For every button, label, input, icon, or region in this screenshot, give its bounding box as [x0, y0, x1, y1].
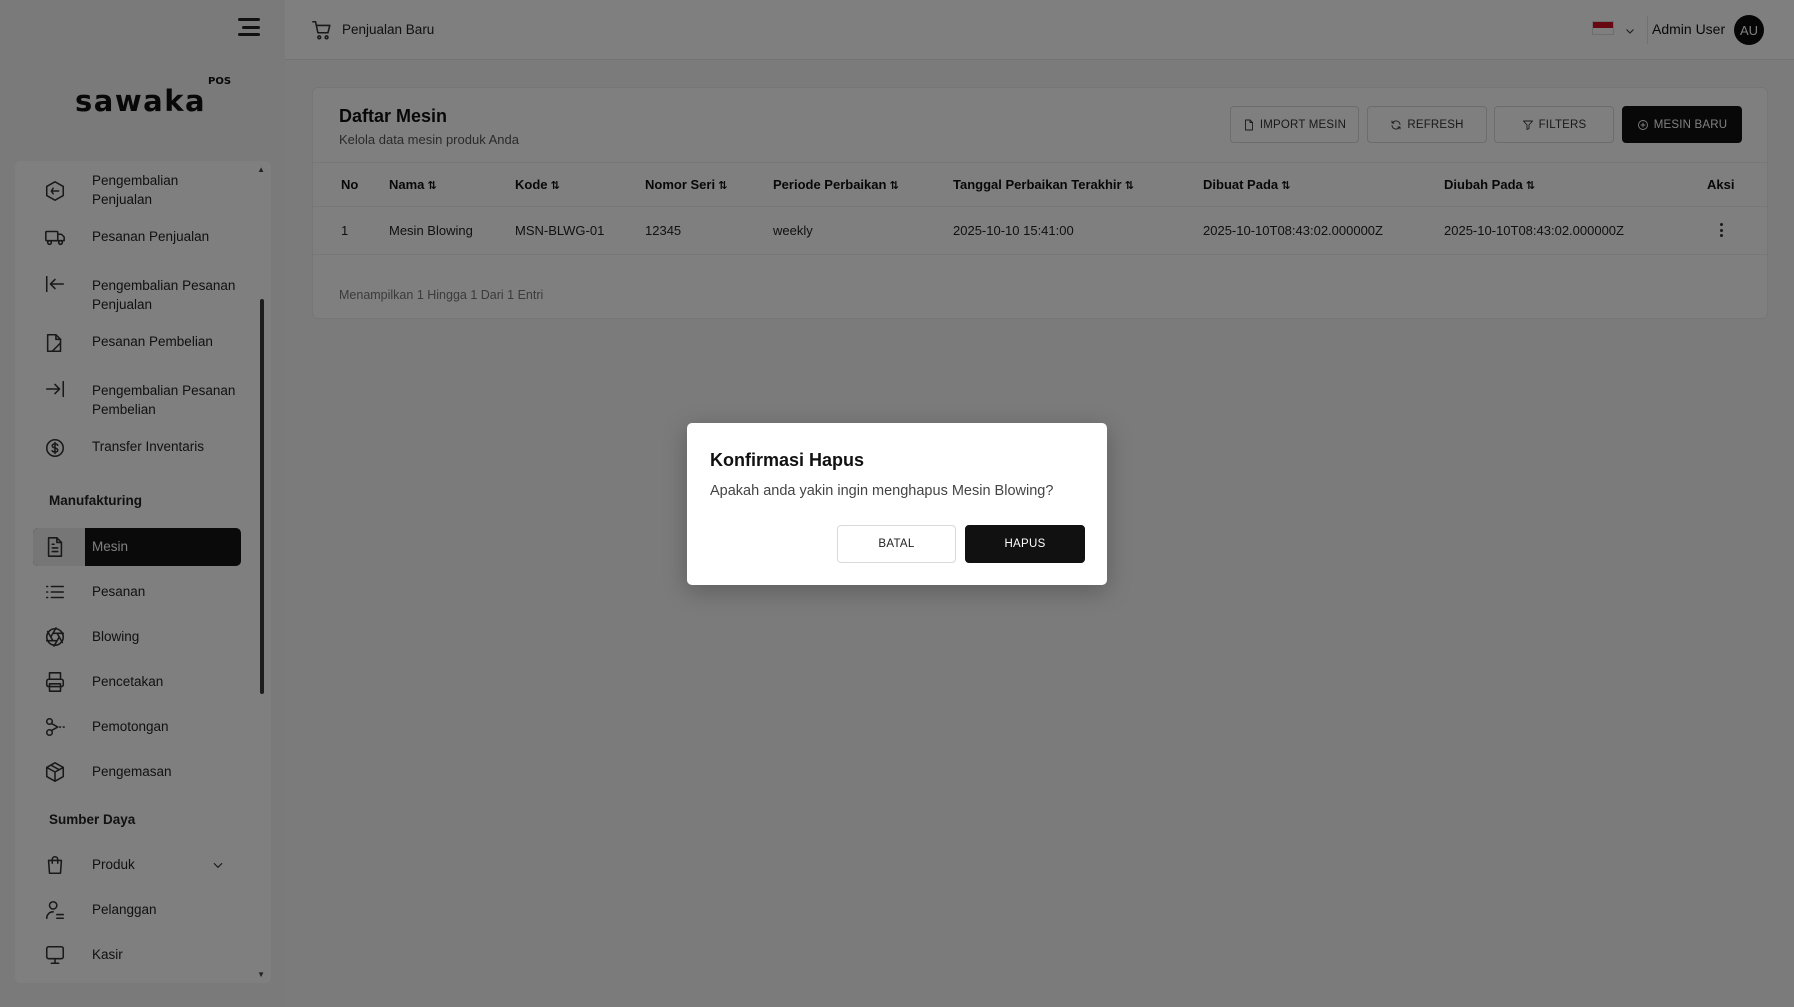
dialog-message: Apakah anda yakin ingin menghapus Mesin …	[710, 483, 1054, 499]
delete-confirmation-dialog: Konfirmasi Hapus Apakah anda yakin ingin…	[687, 423, 1107, 585]
cancel-button[interactable]: BATAL	[837, 525, 956, 563]
confirm-delete-button[interactable]: HAPUS	[965, 525, 1085, 563]
dialog-title: Konfirmasi Hapus	[710, 450, 865, 470]
